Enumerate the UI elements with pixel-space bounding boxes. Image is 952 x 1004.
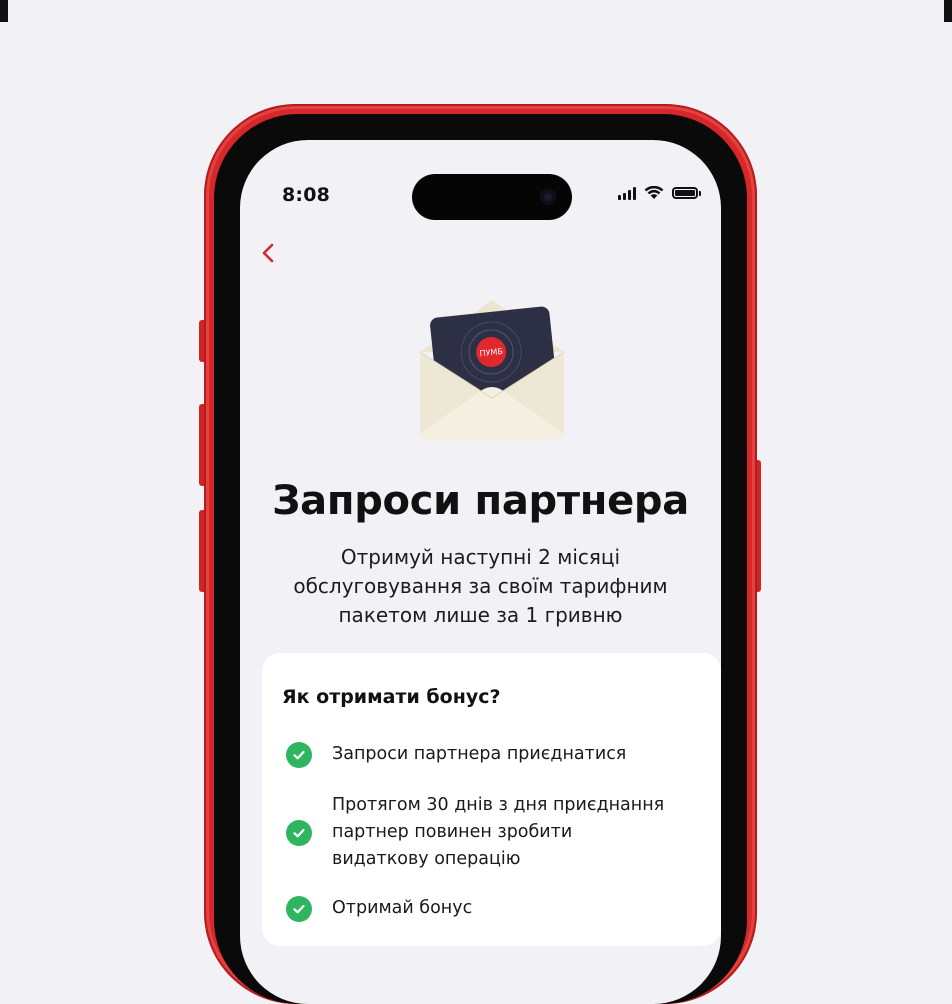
- step-line: Протягом 30 днів з дня приєднання: [332, 795, 665, 815]
- camera-icon: [540, 189, 556, 205]
- bonus-card-title: Як отримати бонус?: [282, 686, 501, 708]
- frame-corner-left: [0, 0, 8, 22]
- subtitle-line: пакетом лише за 1 гривню: [338, 603, 623, 627]
- battery-icon: [672, 187, 698, 199]
- bonus-step-text: Протягом 30 днів з дня приєднання партне…: [332, 792, 664, 873]
- bonus-info-card: Як отримати бонус? Запроси партнера приє…: [262, 653, 721, 946]
- step-line: партнер повинен зробити: [332, 822, 573, 842]
- phone-bezel: 8:08 ПУМБ Запроси партнера Отримуй насту…: [214, 114, 747, 1004]
- phone-frame: 8:08 ПУМБ Запроси партнера Отримуй насту…: [204, 104, 757, 1004]
- page-subtitle: Отримуй наступні 2 місяці обслуговування…: [290, 543, 671, 630]
- frame-corner-right: [944, 0, 952, 22]
- bonus-step: Отримай бонус: [286, 895, 472, 922]
- step-line: видаткову операцію: [332, 849, 521, 869]
- chevron-left-icon: [262, 243, 274, 263]
- step-line: Отримай бонус: [332, 898, 473, 918]
- signal-icon: [618, 186, 636, 200]
- check-icon: [286, 819, 312, 846]
- status-time: 8:08: [282, 184, 331, 206]
- subtitle-line: обслуговування за своїм тарифним: [293, 574, 668, 598]
- check-icon: [286, 741, 312, 768]
- step-line: Запроси партнера приєднатися: [332, 744, 627, 764]
- bonus-step: Запроси партнера приєднатися: [286, 741, 626, 768]
- envelope-card-illustration: ПУМБ: [412, 290, 572, 450]
- wifi-icon: [644, 186, 664, 199]
- bonus-step: Протягом 30 днів з дня приєднання партне…: [286, 792, 664, 873]
- check-icon: [286, 895, 312, 922]
- page-title: Запроси партнера: [272, 478, 689, 524]
- battery-tip: [699, 190, 701, 196]
- bonus-step-text: Запроси партнера приєднатися: [332, 741, 626, 768]
- status-icons: [618, 186, 701, 200]
- phone-screen: 8:08 ПУМБ Запроси партнера Отримуй насту…: [240, 140, 721, 1004]
- subtitle-line: Отримуй наступні 2 місяці: [340, 545, 621, 569]
- dynamic-island: [412, 174, 572, 220]
- bonus-step-text: Отримай бонус: [332, 895, 472, 922]
- back-button[interactable]: [252, 236, 286, 270]
